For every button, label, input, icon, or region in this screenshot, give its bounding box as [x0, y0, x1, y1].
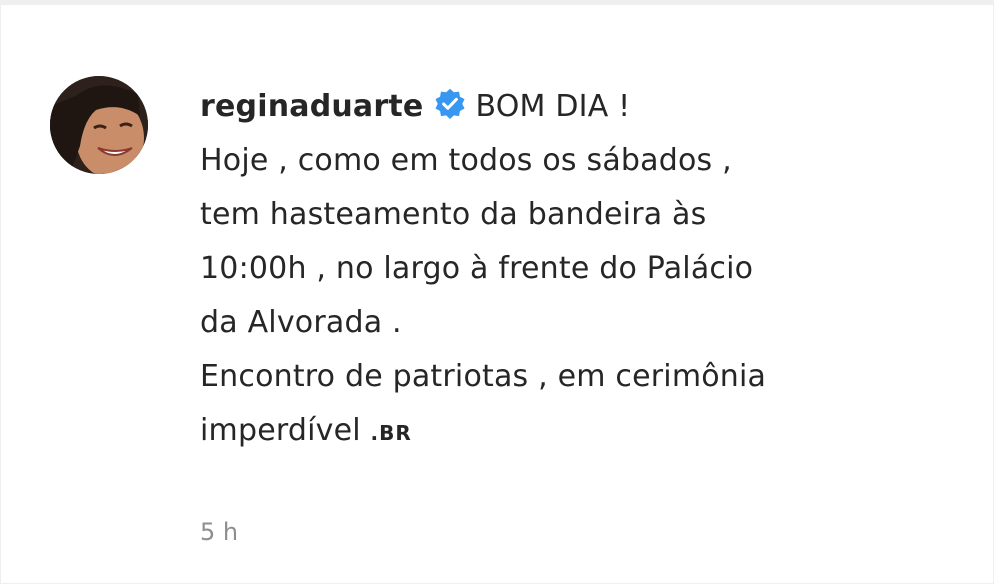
username-link[interactable]: reginaduarte	[200, 89, 423, 124]
comment-line: Encontro de patriotas , em cerimônia	[200, 359, 767, 394]
comment-line: Hoje , como em todos os sábados ,	[200, 143, 732, 178]
avatar-image	[50, 76, 148, 174]
comment: reginaduarte BOM DIA ! Hoje , como em to…	[50, 76, 950, 546]
comment-last-line: imperdível .BR	[200, 404, 920, 460]
comment-text: reginaduarte BOM DIA ! Hoje , como em to…	[200, 80, 920, 460]
comment-line: 10:00h , no largo à frente do Palácio	[200, 251, 754, 286]
comment-greeting: BOM DIA !	[475, 89, 631, 124]
avatar[interactable]	[50, 76, 148, 174]
comment-line: da Alvorada .	[200, 305, 402, 340]
comment-body: reginaduarte BOM DIA ! Hoje , como em to…	[200, 76, 920, 546]
br-emoji: .BR	[370, 421, 412, 445]
comment-line-text: imperdível	[200, 413, 361, 448]
comment-timestamp[interactable]: 5 h	[200, 518, 920, 546]
verified-badge-icon	[433, 85, 467, 119]
comment-first-line: reginaduarte BOM DIA !	[200, 80, 920, 134]
comment-line: tem hasteamento da bandeira às	[200, 197, 707, 232]
